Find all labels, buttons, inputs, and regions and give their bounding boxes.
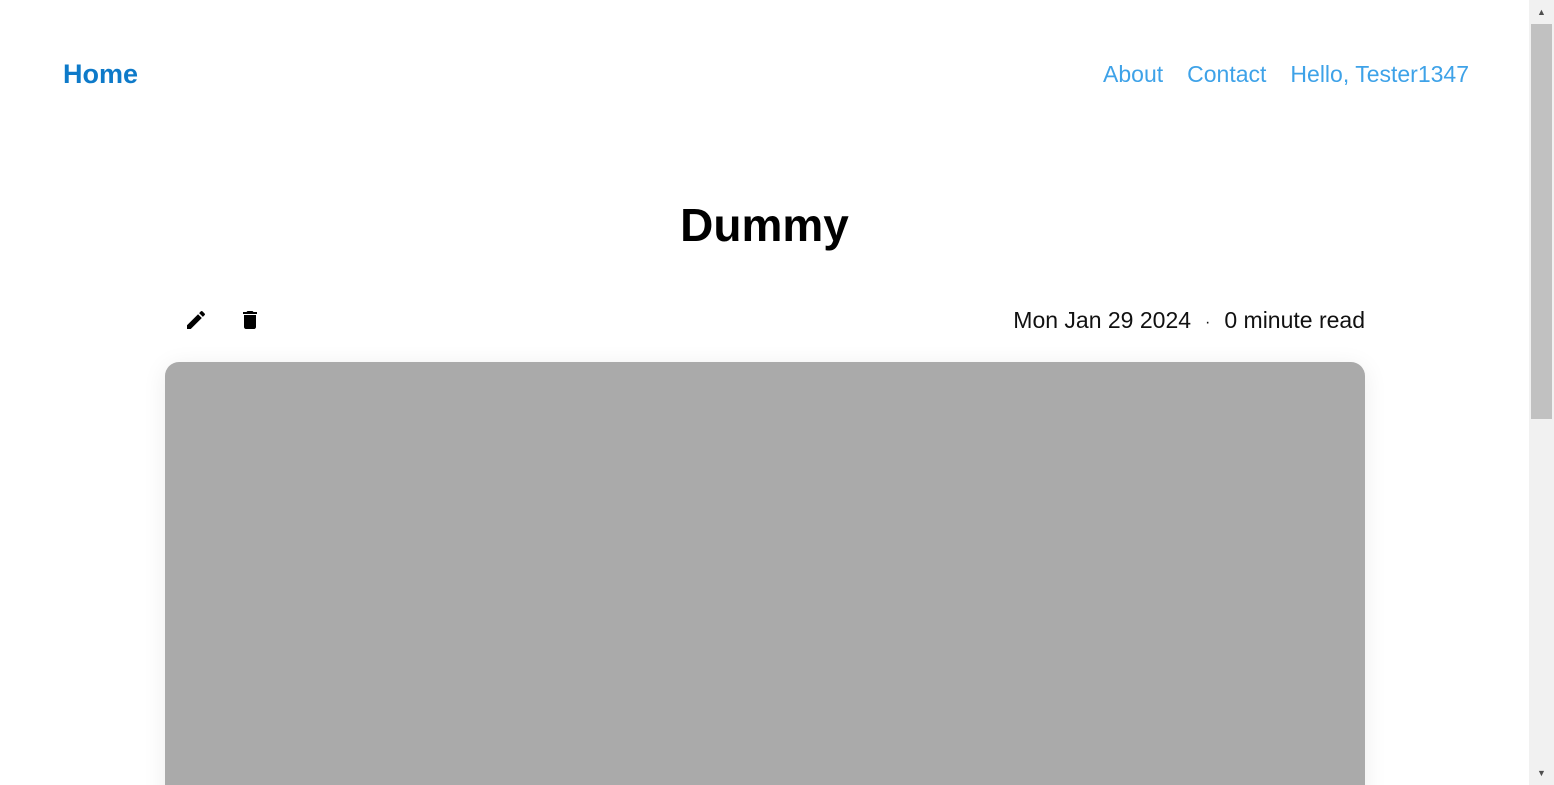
delete-button[interactable] [232,302,268,338]
home-link[interactable]: Home [63,59,138,90]
user-greeting-link[interactable]: Hello, Tester1347 [1290,61,1469,88]
nav-link-about[interactable]: About [1103,61,1163,88]
read-time: 0 minute read [1224,306,1365,333]
page: Home About Contact Hello, Tester1347 Dum… [0,0,1529,785]
meta-separator: · [1205,314,1211,331]
edit-button[interactable] [178,302,214,338]
scroll-up-arrow[interactable]: ▲ [1529,2,1554,22]
post-cover-image [165,362,1365,785]
nav-links: About Contact Hello, Tester1347 [1103,61,1469,88]
vertical-scrollbar[interactable]: ▲ ▼ [1529,0,1554,785]
top-navbar: Home About Contact Hello, Tester1347 [63,54,1469,94]
trash-icon [243,311,257,329]
post-meta: Mon Jan 29 2024 · 0 minute read [1013,307,1365,334]
nav-link-contact[interactable]: Contact [1187,61,1266,88]
post-actions [165,302,268,338]
post-meta-row: Mon Jan 29 2024 · 0 minute read [165,302,1365,338]
post-date: Mon Jan 29 2024 [1013,306,1192,333]
scroll-thumb[interactable] [1531,24,1552,419]
scroll-down-arrow[interactable]: ▼ [1529,763,1554,783]
post-title: Dummy [680,199,849,251]
pencil-icon [187,310,206,329]
